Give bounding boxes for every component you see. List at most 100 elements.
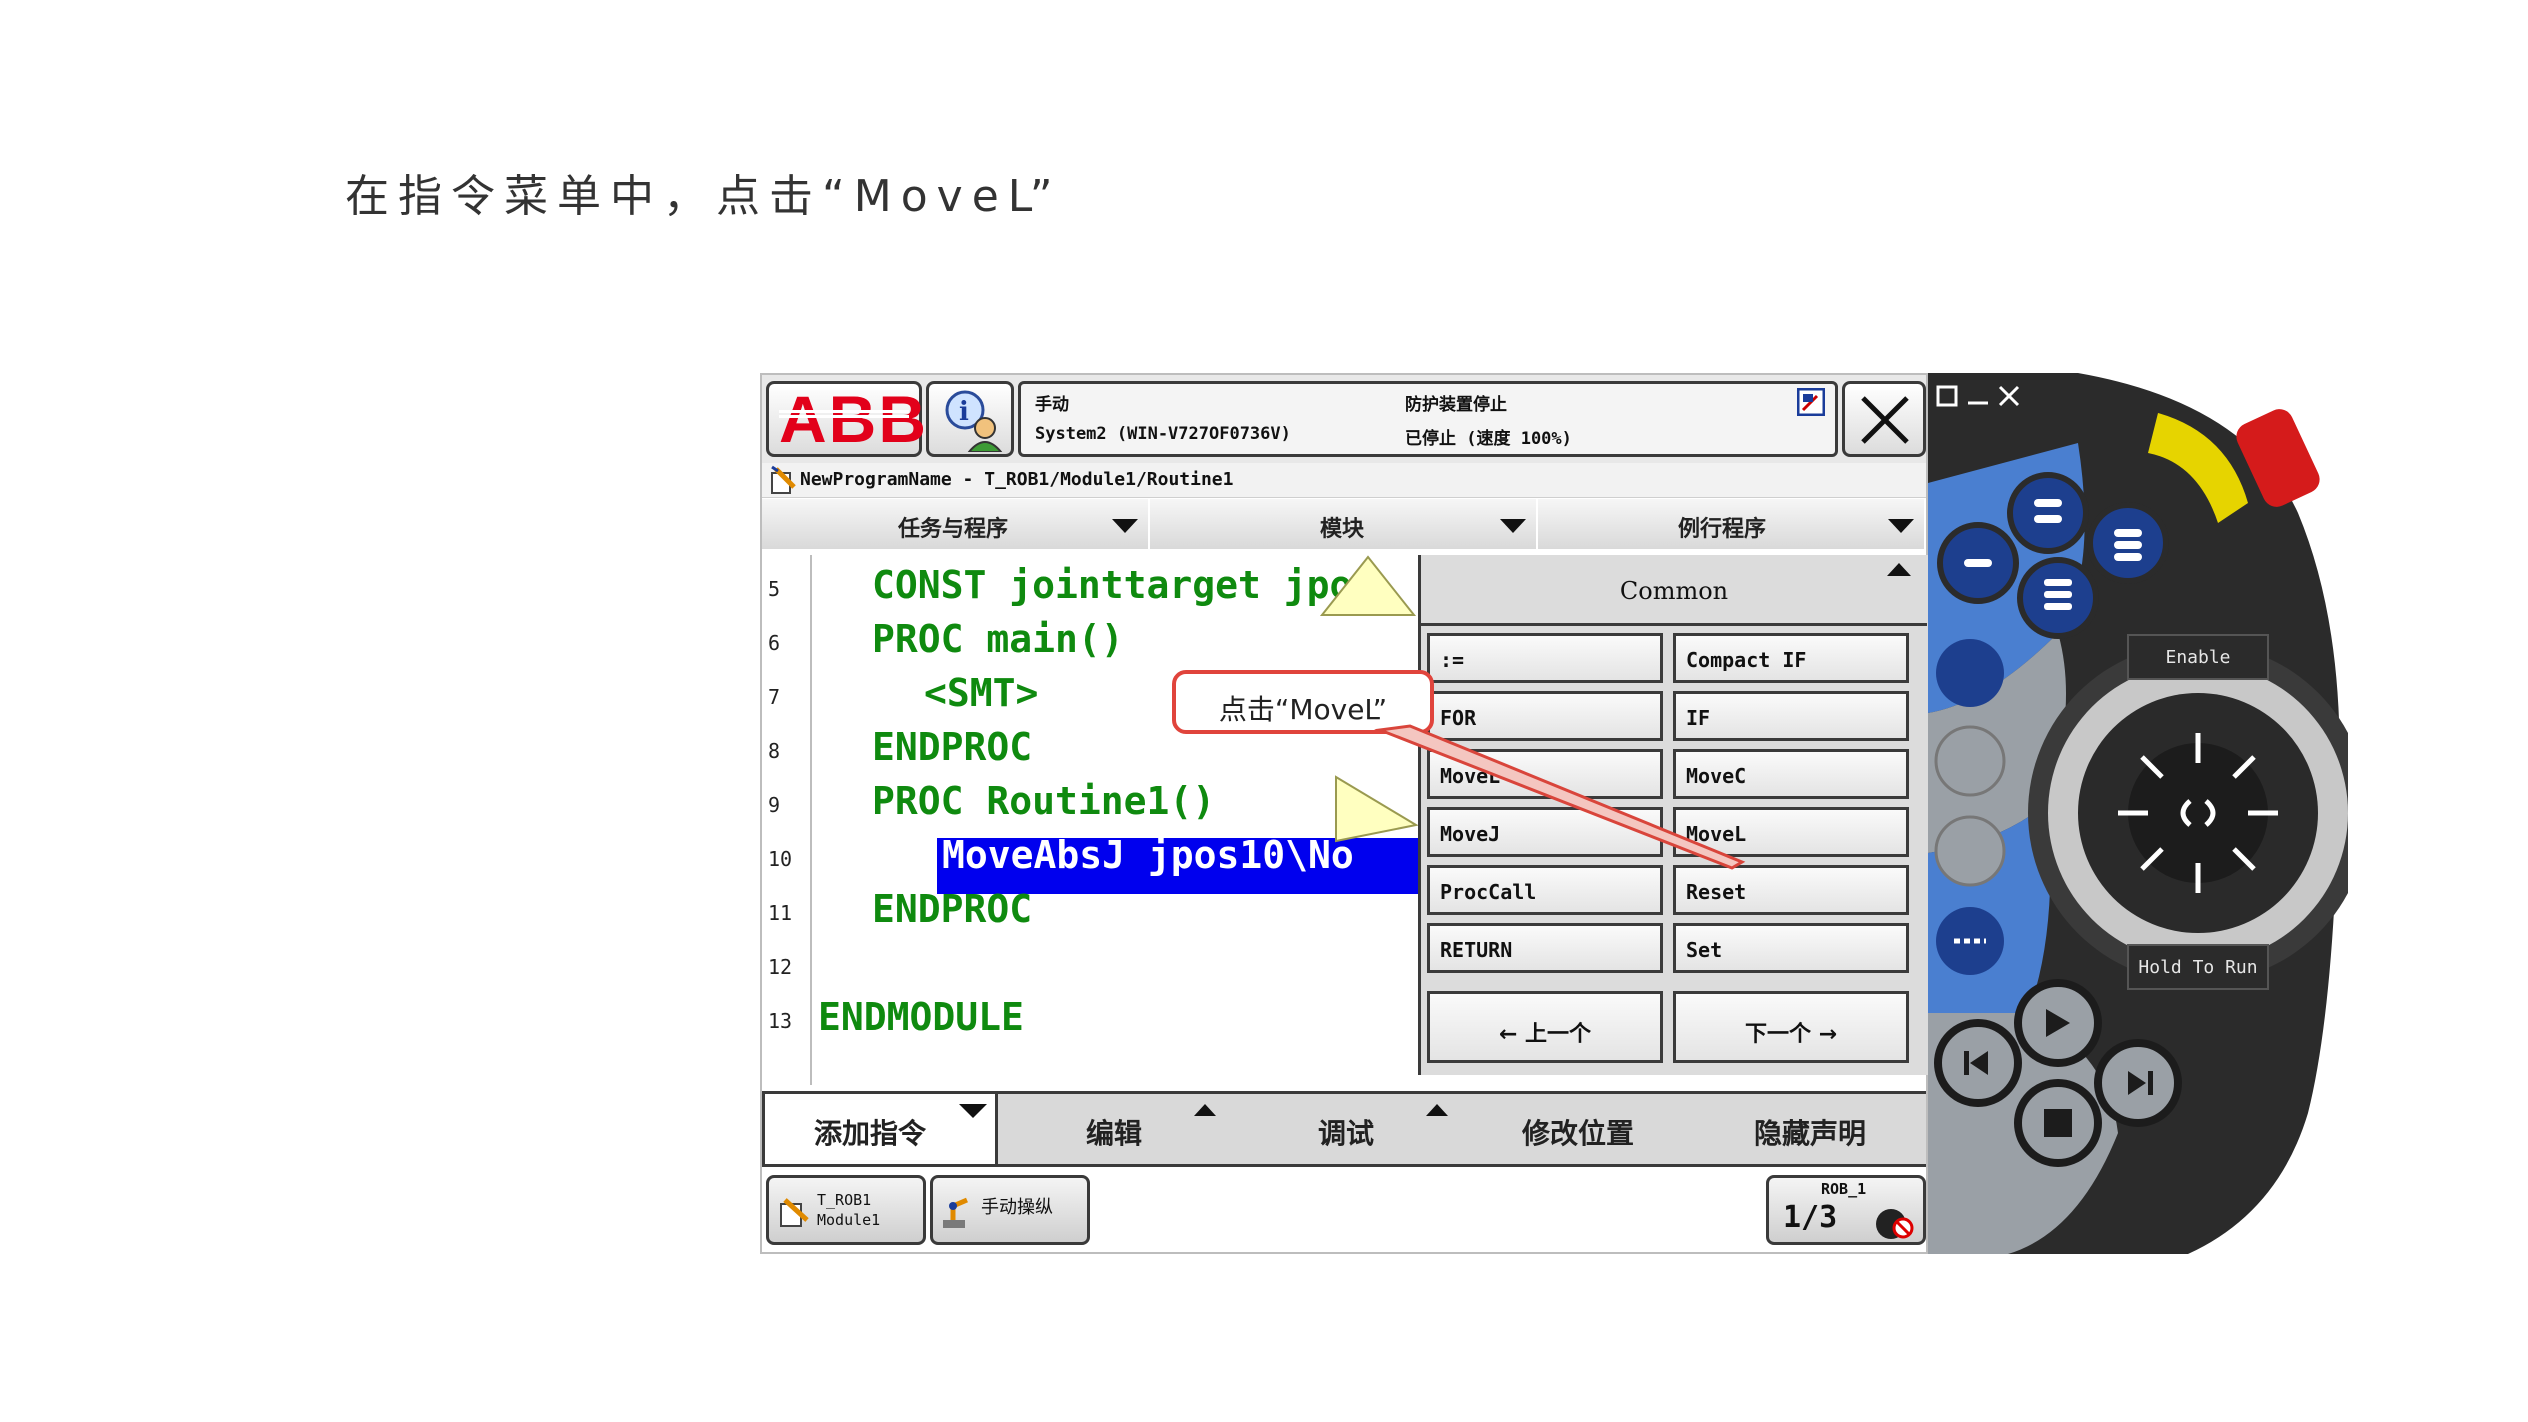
line-number: 6 <box>768 631 781 655</box>
joystick[interactable] <box>2152 689 2242 779</box>
edit-menu-button[interactable]: 编辑 <box>998 1094 1230 1164</box>
info-user-icon: i <box>945 390 1003 452</box>
code-line[interactable]: ENDPROC <box>872 725 1032 769</box>
fraction-label: 1/3 <box>1783 1200 1838 1235</box>
code-line[interactable]: PROC main() <box>872 617 1124 661</box>
line-number: 7 <box>768 685 781 709</box>
chevron-up-icon <box>1887 563 1911 576</box>
task-label-line1: T_ROB1 <box>817 1191 872 1209</box>
abb-menu-button[interactable]: ABB <box>766 381 926 457</box>
enable-label: Enable <box>2165 647 2231 668</box>
mode-text: 手动 <box>1035 395 1069 415</box>
category-label: Common <box>1619 577 1729 605</box>
instr-label: := <box>1440 648 1465 672</box>
guard-status-text: 防护装置停止 <box>1405 395 1507 415</box>
tab-tasks-programs[interactable]: 任务与程序 <box>762 499 1150 549</box>
program-editor-icon <box>771 465 796 494</box>
hold-to-run-label: Hold To Run <box>2138 957 2258 978</box>
task-program-editor[interactable]: T_ROB1 Module1 <box>766 1175 926 1245</box>
code-line[interactable]: PROC Routine1() <box>872 779 1215 823</box>
code-line[interactable]: ENDPROC <box>872 887 1032 931</box>
line-number: 9 <box>768 793 781 817</box>
task-jogging[interactable]: 手动操纵 <box>930 1175 1090 1245</box>
instr-set-button[interactable]: Set <box>1673 923 1909 973</box>
modify-position-label: 修改位置 <box>1521 1117 1634 1150</box>
instr-label: ProcCall <box>1440 880 1537 904</box>
svg-text:i: i <box>959 397 969 427</box>
rob-label: ROB_1 <box>1821 1180 1867 1198</box>
code-line[interactable]: ENDMODULE <box>818 995 1024 1039</box>
logo-stripes <box>779 410 909 418</box>
instruction-category[interactable]: Common <box>1421 555 1927 626</box>
quickset-button[interactable]: ROB_1 1/3 <box>1766 1175 1926 1245</box>
breadcrumb: NewProgramName - T_ROB1/Module1/Routine1 <box>762 463 1926 498</box>
chevron-up-icon <box>1426 1104 1448 1116</box>
instr-label: Set <box>1686 938 1723 962</box>
event-log-button[interactable]: i <box>926 381 1014 457</box>
debug-label: 调试 <box>1317 1117 1374 1150</box>
instr-assign-button[interactable]: := <box>1427 633 1663 683</box>
top-status-bar: ABB i 手动 System2 (WIN-V727OF0736V) 防护装置停… <box>762 375 1926 463</box>
close-button[interactable] <box>1842 381 1926 457</box>
run-status-text: 已停止 (速度 100%) <box>1405 429 1572 449</box>
flexpendant-hardware: Enable Hold To Run <box>1928 373 2368 1254</box>
tab-modules[interactable]: 模块 <box>1150 499 1538 549</box>
instr-label: Compact IF <box>1686 648 1807 672</box>
instr-label: Reset <box>1686 880 1747 904</box>
prev-label: ← 上一个 <box>1498 1022 1592 1047</box>
hide-declarations-button[interactable]: 隐藏声明 <box>1694 1094 1926 1164</box>
scroll-up-arrow-icon[interactable] <box>1318 555 1418 617</box>
speed-indicator-icon <box>1876 1209 1914 1239</box>
next-page-button[interactable]: 下一个 → <box>1673 991 1909 1063</box>
add-instruction-label: 添加指令 <box>813 1117 926 1150</box>
flexpendant-screen: ABB i 手动 System2 (WIN-V727OF0736V) 防护装置停… <box>760 373 1928 1254</box>
system-text: System2 (WIN-V727OF0736V) <box>1035 424 1291 444</box>
code-line[interactable]: <SMT> <box>924 671 1038 715</box>
line-number: 10 <box>768 847 793 871</box>
line-number: 12 <box>768 955 793 979</box>
window-status-icon <box>1797 388 1825 416</box>
line-number: 13 <box>768 1009 793 1033</box>
code-lines: 5 CONST jointtarget jpo 6 PROC main() 7 … <box>762 555 1417 1085</box>
chevron-up-icon <box>1194 1104 1216 1116</box>
jogging-robot-icon <box>943 1197 968 1228</box>
hide-declarations-label: 隐藏声明 <box>1753 1117 1866 1150</box>
chevron-down-icon <box>959 1104 987 1118</box>
instr-proccall-button[interactable]: ProcCall <box>1427 865 1663 915</box>
prev-page-button[interactable]: ← 上一个 <box>1427 991 1663 1063</box>
column-header-bar: 任务与程序 模块 例行程序 <box>762 499 1926 549</box>
task-label: 手动操纵 <box>981 1197 1053 1218</box>
status-panel[interactable]: 手动 System2 (WIN-V727OF0736V) 防护装置停止 已停止 … <box>1018 381 1838 457</box>
line-number: 8 <box>768 739 781 763</box>
breadcrumb-text: NewProgramName - T_ROB1/Module1/Routine1 <box>800 469 1234 490</box>
chevron-down-icon <box>1888 519 1914 533</box>
instr-reset-button[interactable]: Reset <box>1673 865 1909 915</box>
program-editor-icon <box>780 1198 809 1227</box>
abb-logo: ABB <box>779 382 928 456</box>
debug-menu-button[interactable]: 调试 <box>1230 1094 1462 1164</box>
line-number: 5 <box>768 577 781 601</box>
code-line-selected[interactable]: MoveAbsJ jpos10\No <box>942 833 1354 877</box>
taskbar: T_ROB1 Module1 手动操纵 ROB_1 1/3 <box>762 1171 1926 1252</box>
tab-label: 模块 <box>1320 517 1365 542</box>
slide-title: 在指令菜单中，点击“MoveL” <box>345 171 1062 222</box>
modify-position-button[interactable]: 修改位置 <box>1462 1094 1694 1164</box>
callout-pointer-arrow <box>1374 724 1746 870</box>
chevron-down-icon <box>1112 519 1138 533</box>
edit-label: 编辑 <box>1085 1117 1142 1150</box>
code-line[interactable]: CONST jointtarget jpo <box>872 563 1352 607</box>
tab-routines[interactable]: 例行程序 <box>1538 499 1926 549</box>
close-icon <box>1861 396 1909 444</box>
add-instruction-button[interactable]: 添加指令 <box>762 1094 998 1164</box>
instr-label: RETURN <box>1440 938 1513 962</box>
instr-return-button[interactable]: RETURN <box>1427 923 1663 973</box>
tab-label: 任务与程序 <box>898 517 1009 542</box>
bottom-command-bar: 添加指令 编辑 调试 修改位置 隐藏声明 <box>762 1091 1926 1167</box>
instr-compact-if-button[interactable]: Compact IF <box>1673 633 1909 683</box>
task-label-line2: Module1 <box>817 1211 881 1229</box>
line-number: 11 <box>768 901 793 925</box>
run-control-buttons[interactable] <box>1940 1023 2180 1163</box>
tab-label: 例行程序 <box>1678 517 1767 542</box>
next-label: 下一个 → <box>1744 1022 1838 1047</box>
chevron-down-icon <box>1500 519 1526 533</box>
